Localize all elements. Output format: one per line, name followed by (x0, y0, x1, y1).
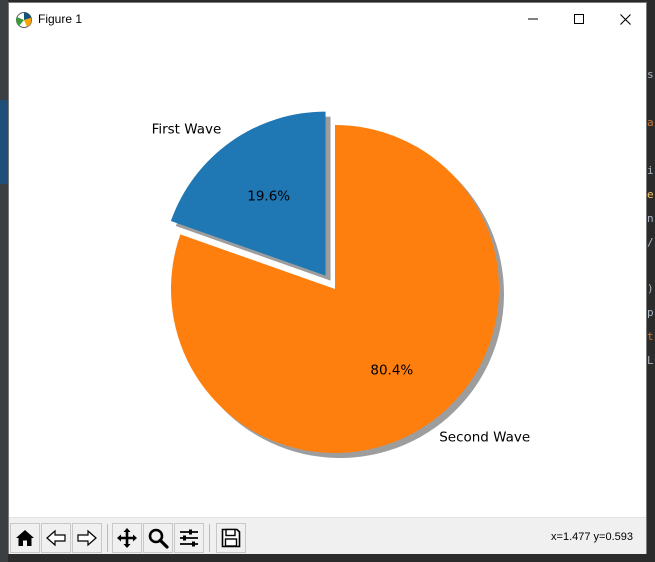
ide-left-strip (0, 0, 8, 562)
close-button[interactable] (602, 3, 648, 35)
ide-code-glyph: L (647, 354, 654, 367)
back-button[interactable] (41, 523, 71, 553)
pie-category-label: First Wave (152, 121, 222, 137)
zoom-icon (148, 528, 169, 549)
ide-left-accent (0, 100, 8, 184)
maximize-icon (574, 14, 584, 24)
subplots-icon (180, 529, 198, 547)
minimize-button[interactable] (510, 3, 556, 35)
pie-chart: 19.6% First Wave 80.4% Second Wave (152, 111, 530, 458)
matplotlib-figure-icon (15, 11, 33, 29)
save-icon (221, 528, 241, 548)
ide-right-strip: s a i e n /) p t L (647, 0, 655, 562)
home-icon (16, 530, 34, 546)
pie-percent-label: 80.4% (370, 362, 413, 378)
ide-code-glyph: t (647, 330, 654, 343)
title-bar[interactable]: Figure 1 (9, 3, 646, 37)
toolbar-separator (209, 524, 210, 552)
ide-code-glyph: ) (647, 282, 654, 295)
ide-code-glyph: p (647, 306, 654, 319)
minimize-icon (528, 18, 538, 20)
pan-button[interactable] (112, 523, 142, 553)
pie-category-label: Second Wave (439, 429, 530, 445)
navigation-toolbar: x=1.477 y=0.593 (9, 517, 646, 554)
cursor-coordinates: x=1.477 y=0.593 (551, 531, 633, 543)
figure-canvas[interactable]: 19.6% First Wave 80.4% Second Wave (9, 37, 646, 517)
ide-code-glyph: / (647, 236, 654, 249)
back-icon (46, 529, 66, 547)
ide-code-glyph: n (647, 212, 654, 225)
ide-code-glyph: a (647, 116, 654, 129)
window-title: Figure 1 (38, 12, 83, 26)
ide-code-glyph: i (647, 164, 654, 177)
configure-subplots-button[interactable] (174, 523, 204, 553)
forward-button[interactable] (72, 523, 102, 553)
forward-icon (77, 529, 97, 547)
maximize-button[interactable] (556, 3, 602, 35)
close-icon (619, 13, 631, 25)
toolbar-separator (107, 524, 108, 552)
ide-code-glyph: e (647, 188, 654, 201)
zoom-button[interactable] (143, 523, 173, 553)
pie-percent-label: 19.6% (247, 188, 290, 204)
figure-window: Figure 1 19.6% First Wave 80.4% Second Wave (8, 2, 647, 554)
home-button[interactable] (10, 523, 40, 553)
pan-icon (117, 528, 137, 548)
ide-code-glyph: s (647, 68, 654, 81)
save-button[interactable] (216, 523, 246, 553)
